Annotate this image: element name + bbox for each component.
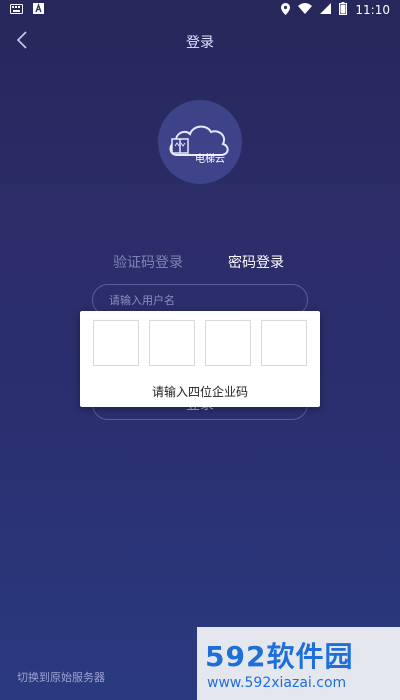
app-logo: 电梯云	[158, 100, 242, 184]
enterprise-code-dialog: 请输入四位企业码	[80, 311, 320, 407]
header: 登录	[0, 20, 400, 60]
enterprise-code-box-1[interactable]	[93, 320, 139, 366]
watermark-title: 592软件园	[205, 640, 354, 673]
page-title: 登录	[186, 35, 214, 51]
logo-text: 电梯云	[195, 154, 225, 165]
watermark-url: www.592xiazai.com	[207, 675, 347, 691]
enterprise-code-box-2[interactable]	[149, 320, 195, 366]
status-time: 11:10	[355, 3, 390, 17]
login-tabs: 验证码登录 密码登录	[0, 252, 400, 272]
tab-verification-code-login[interactable]: 验证码登录	[113, 252, 183, 272]
signal-icon	[320, 3, 332, 17]
battery-icon	[339, 2, 348, 18]
watermark-logo: 592软件园 www.592xiazai.com	[197, 627, 400, 700]
app-a-icon	[33, 3, 44, 17]
enterprise-code-box-3[interactable]	[205, 320, 251, 366]
tab-password-login[interactable]: 密码登录	[228, 252, 284, 272]
enterprise-code-box-4[interactable]	[261, 320, 307, 366]
keyboard-icon	[10, 3, 23, 17]
switch-server-link[interactable]: 切换到原始服务器	[17, 669, 105, 685]
wifi-icon	[298, 3, 313, 17]
status-bar: 11:10	[0, 0, 400, 20]
enterprise-code-hint: 请输入四位企业码	[151, 385, 248, 399]
location-icon	[281, 2, 291, 18]
